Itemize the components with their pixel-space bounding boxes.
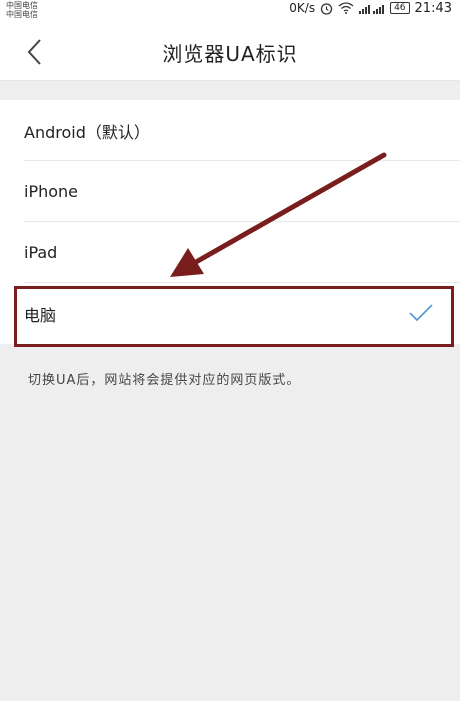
status-indicators: 0K/s 46 21:43 [289,0,452,16]
clock: 21:43 [414,0,452,16]
network-speed: 0K/s [289,1,316,15]
ua-option-label: Android（默认） [24,122,150,142]
carrier-info: 中国电信 中国电信 [6,1,38,19]
ua-option-label: 电脑 [24,305,57,325]
ua-option-list: Android（默认） iPhone iPad 电脑 [0,100,460,344]
header: 浏览器UA标识 [0,22,460,81]
carrier-line-1: 中国电信 [6,1,38,10]
signal-icon [359,5,385,14]
battery-level: 46 [390,2,410,14]
ua-option-label: iPhone [24,182,79,201]
ua-option-label: iPad [24,243,58,262]
ua-option-pc[interactable]: 电脑 [0,283,460,344]
alarm-icon [320,2,333,15]
carrier-line-2: 中国电信 [6,10,38,19]
wifi-icon [338,2,354,14]
ua-option-iphone[interactable]: iPhone [0,161,460,222]
page-title: 浏览器UA标识 [162,42,298,66]
ua-option-android[interactable]: Android（默认） [0,100,460,161]
ua-option-ipad[interactable]: iPad [0,222,460,283]
checkmark-icon [409,304,433,322]
hint-text: 切换UA后，网站将会提供对应的网页版式。 [28,373,301,388]
status-bar: 中国电信 中国电信 0K/s 46 21:43 [0,0,460,22]
